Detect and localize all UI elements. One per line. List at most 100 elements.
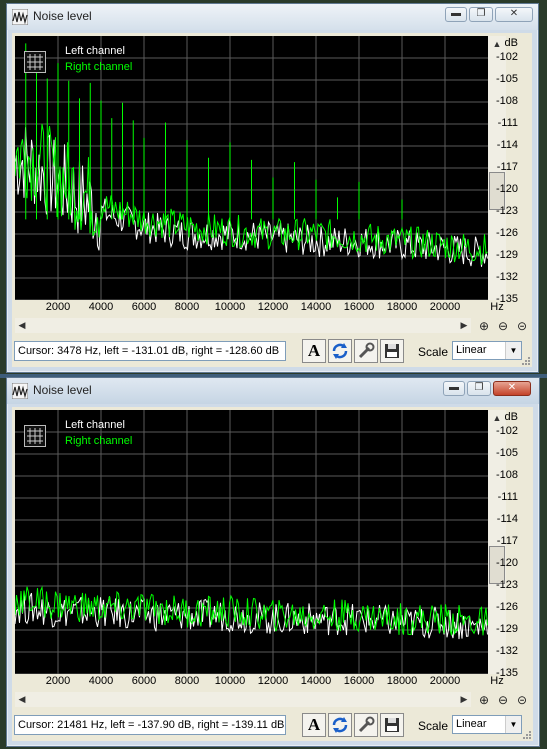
status-bar: Cursor: 3478 Hz, left = -131.01 dB, righ… — [12, 337, 532, 367]
title-bar[interactable]: Noise level ▬ ❐ ✕ — [7, 378, 539, 404]
hz-axis: 2000 4000 6000 8000 10000 12000 14000 16000 1800… — [15, 674, 488, 690]
noise-level-window-1[interactable]: Noise level ▬ ❐ ✕ Left channel Right cha… — [6, 3, 539, 373]
app-icon — [12, 9, 28, 25]
spectrum-plot[interactable]: Left channel Right channel — [15, 36, 488, 300]
hz-tick-label: 18000 — [386, 675, 418, 687]
series-line-right — [15, 585, 488, 636]
zoom-out-icon[interactable]: ⊖ — [494, 692, 512, 708]
db-tick-label: -108 — [495, 95, 518, 107]
hz-tick-label: 4000 — [88, 301, 114, 313]
db-tick-label: -123 — [495, 579, 518, 591]
scale-select[interactable]: Linear ▼ — [452, 341, 522, 360]
db-tick-label: -105 — [495, 73, 518, 85]
spectrum-plot[interactable]: Left channel Right channel — [15, 410, 488, 674]
scale-label: Scale — [418, 345, 449, 359]
noise-level-window-2[interactable]: Noise level ▬ ❐ ✕ Left channel Right cha… — [6, 377, 540, 747]
db-tick-label: -120 — [495, 557, 518, 569]
legend-left-channel: Left channel — [65, 419, 125, 431]
horizontal-scrollbar[interactable]: ◀ ▶ — [15, 318, 471, 333]
hz-tick-label: 16000 — [343, 301, 375, 313]
properties-icon[interactable] — [354, 339, 378, 363]
scroll-left-icon[interactable]: ◀ — [15, 318, 29, 333]
close-icon[interactable]: ✕ — [493, 381, 531, 396]
hz-tick-label: 8000 — [174, 675, 200, 687]
db-tick-label: -108 — [495, 469, 518, 481]
hz-tick-label: 14000 — [300, 301, 332, 313]
hz-tick-label: 12000 — [257, 301, 289, 313]
horizontal-scrollbar[interactable]: ◀ ▶ — [15, 692, 471, 707]
resize-grip-icon[interactable] — [522, 357, 530, 365]
hz-tick-label: 18000 — [386, 301, 418, 313]
zoom-in-icon[interactable]: ⊕ — [475, 692, 493, 708]
save-icon[interactable] — [380, 713, 404, 737]
db-unit-label: dB — [504, 37, 518, 49]
chevron-down-icon[interactable]: ▼ — [505, 342, 521, 359]
db-tick-label: -105 — [495, 447, 518, 459]
title-bar[interactable]: Noise level ▬ ❐ ✕ — [7, 4, 538, 30]
db-tick-label: -120 — [495, 183, 518, 195]
restore-icon[interactable]: ❐ — [469, 7, 493, 22]
db-tick-label: -114 — [496, 139, 518, 151]
hz-unit-label: Hz — [490, 301, 504, 313]
close-icon[interactable]: ✕ — [495, 7, 533, 22]
status-bar: Cursor: 21481 Hz, left = -137.90 dB, rig… — [12, 711, 533, 741]
scroll-right-icon[interactable]: ▶ — [457, 692, 471, 707]
db-tick-label: -117 — [496, 161, 518, 173]
grid-icon[interactable] — [24, 425, 46, 447]
hz-tick-label: 6000 — [131, 675, 157, 687]
hz-tick-label: 4000 — [88, 675, 114, 687]
hz-unit-label: Hz — [490, 675, 504, 687]
zoom-out-icon[interactable]: ⊖ — [494, 318, 512, 334]
db-tick-label: -111 — [497, 491, 518, 503]
spectrum-chart-svg — [15, 36, 488, 300]
legend-left-channel: Left channel — [65, 45, 125, 57]
font-icon[interactable]: A — [302, 713, 326, 737]
scale-label: Scale — [418, 719, 449, 733]
scroll-left-icon[interactable]: ◀ — [15, 692, 29, 707]
scale-value: Linear — [456, 344, 487, 356]
restore-icon[interactable]: ❐ — [467, 381, 491, 396]
resize-grip-icon[interactable] — [523, 731, 531, 739]
db-unit-label: dB — [504, 411, 518, 423]
zoom-in-icon[interactable]: ⊕ — [475, 318, 493, 334]
db-tick-label: -126 — [495, 227, 518, 239]
db-tick-label: -126 — [495, 601, 518, 613]
window-title: Noise level — [33, 9, 92, 23]
window-client: Left channel Right channel ▲ dB -102 -105-… — [12, 33, 532, 367]
minimize-icon[interactable]: ▬ — [445, 7, 467, 22]
scroll-right-icon[interactable]: ▶ — [457, 318, 471, 333]
db-tick-label: -102 — [495, 425, 518, 437]
scale-select[interactable]: Linear ▼ — [452, 715, 522, 734]
hz-tick-label: 2000 — [45, 301, 71, 313]
hz-tick-label: 2000 — [45, 675, 71, 687]
hz-tick-label: 20000 — [429, 301, 461, 313]
hz-tick-label: 8000 — [174, 301, 200, 313]
db-tick-label: -132 — [495, 645, 518, 657]
hz-tick-label: 14000 — [300, 675, 332, 687]
hz-tick-label: 12000 — [257, 675, 289, 687]
minimize-icon[interactable]: ▬ — [443, 381, 465, 396]
db-tick-label: -123 — [495, 205, 518, 217]
zoom-reset-icon[interactable]: ⊝ — [513, 318, 531, 334]
cursor-readout: Cursor: 3478 Hz, left = -131.01 dB, righ… — [14, 341, 286, 361]
refresh-icon[interactable] — [328, 339, 352, 363]
scale-value: Linear — [456, 718, 487, 730]
db-tick-label: -132 — [495, 271, 518, 283]
zoom-reset-icon[interactable]: ⊝ — [513, 692, 531, 708]
db-tick-label: -114 — [496, 513, 518, 525]
refresh-icon[interactable] — [328, 713, 352, 737]
db-tick-label: -111 — [497, 117, 518, 129]
hz-tick-label: 6000 — [131, 301, 157, 313]
properties-icon[interactable] — [354, 713, 378, 737]
cursor-readout: Cursor: 21481 Hz, left = -137.90 dB, rig… — [14, 715, 286, 735]
font-icon[interactable]: A — [302, 339, 326, 363]
hz-axis: 2000 4000 6000 8000 10000 12000 14000 16000 1800… — [15, 300, 488, 316]
chevron-down-icon[interactable]: ▼ — [505, 716, 521, 733]
save-icon[interactable] — [380, 339, 404, 363]
legend-right-channel: Right channel — [65, 61, 133, 73]
hz-tick-label: 16000 — [343, 675, 375, 687]
hz-tick-label: 10000 — [214, 301, 246, 313]
grid-icon[interactable] — [24, 51, 46, 73]
hz-tick-label: 10000 — [214, 675, 246, 687]
legend-right-channel: Right channel — [65, 435, 133, 447]
